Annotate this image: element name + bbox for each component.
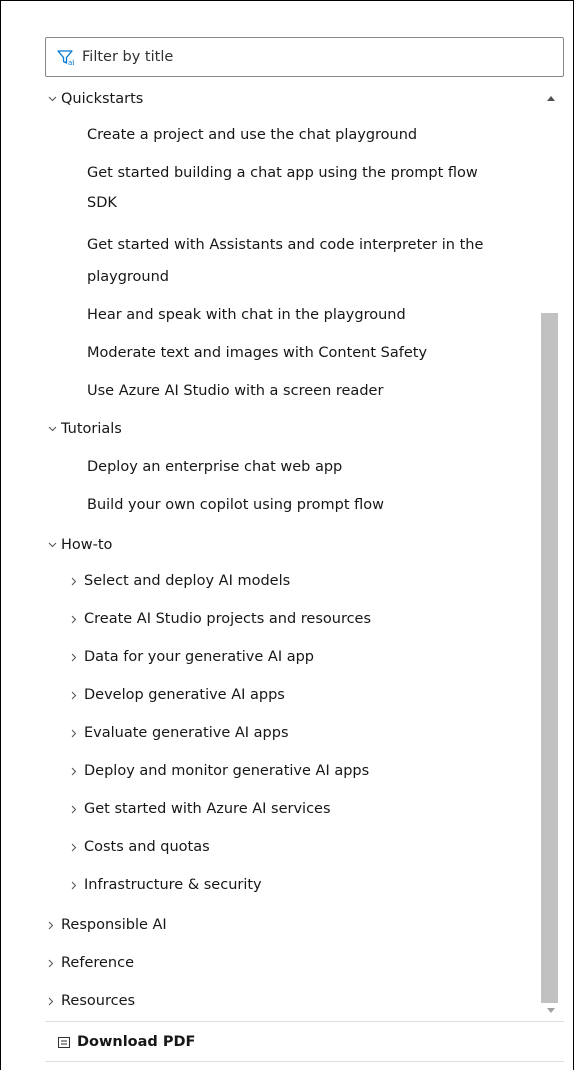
toc-link[interactable]: Get started with Assistants and code int… [87, 231, 541, 259]
toc-link-label: playground [87, 268, 170, 285]
chevron-right-icon [71, 691, 81, 700]
toc-link-continued[interactable]: SDK [87, 189, 541, 217]
chevron-right-icon [48, 921, 58, 930]
toc-node-label: Quickstarts [61, 90, 144, 107]
pdf-icon [57, 1035, 71, 1049]
chevron-right-icon [48, 997, 58, 1006]
toc-node-label: Develop generative AI apps [84, 686, 285, 703]
chevron-right-icon [71, 615, 81, 624]
toc-node-label: Costs and quotas [84, 838, 210, 855]
toc-scrollbar[interactable] [541, 89, 563, 1019]
toc-link-label: Use Azure AI Studio with a screen reader [87, 382, 384, 399]
filter-box[interactable]: ab [45, 37, 564, 77]
chevron-down-icon [48, 426, 58, 432]
toc-link[interactable]: Create a project and use the chat playgr… [87, 121, 541, 149]
scrollbar-thumb[interactable] [541, 313, 558, 1003]
toc-node-responsible-ai[interactable]: Responsible AI [48, 911, 541, 939]
filter-icon: ab [56, 48, 77, 67]
toc-node-label: Get started with Azure AI services [84, 800, 331, 817]
toc-node-costs-quotas[interactable]: Costs and quotas [71, 833, 541, 861]
toc-node-reference[interactable]: Reference [48, 949, 541, 977]
toc-link[interactable]: Deploy an enterprise chat web app [87, 453, 541, 481]
toc-node-create-projects[interactable]: Create AI Studio projects and resources [71, 605, 541, 633]
toc-panel: ab Quickstarts Create a project and use … [0, 0, 574, 1070]
toc-node-label: Reference [61, 954, 135, 971]
toc-node-label: Data for your generative AI app [84, 648, 314, 665]
toc-node-label: Responsible AI [61, 916, 167, 933]
chevron-right-icon [71, 577, 81, 586]
chevron-right-icon [71, 805, 81, 814]
toc-node-azure-ai-services[interactable]: Get started with Azure AI services [71, 795, 541, 823]
toc-node-data[interactable]: Data for your generative AI app [71, 643, 541, 671]
toc-node-label: Deploy and monitor generative AI apps [84, 762, 370, 779]
chevron-right-icon [71, 881, 81, 890]
toc-node-label: Infrastructure & security [84, 876, 262, 893]
toc-node-select-deploy-models[interactable]: Select and deploy AI models [71, 567, 541, 595]
toc-node-develop[interactable]: Develop generative AI apps [71, 681, 541, 709]
toc-node-quickstarts[interactable]: Quickstarts [48, 85, 541, 113]
chevron-down-icon [48, 542, 58, 548]
toc-link-label: Get started building a chat app using th… [87, 164, 478, 181]
filter-input[interactable] [82, 42, 563, 72]
toc-node-label: Resources [61, 992, 136, 1009]
chevron-right-icon [71, 767, 81, 776]
toc-node-infrastructure[interactable]: Infrastructure & security [71, 871, 541, 899]
toc-link-label: Build your own copilot using prompt flow [87, 496, 385, 513]
toc-node-label: How-to [61, 536, 113, 553]
toc-node-resources[interactable]: Resources [48, 987, 541, 1015]
scroll-down-arrow-icon[interactable] [547, 1008, 555, 1013]
toc-link-label: Create a project and use the chat playgr… [87, 126, 418, 143]
download-pdf-label: Download PDF [77, 1033, 196, 1050]
toc-node-label: Create AI Studio projects and resources [84, 610, 372, 627]
toc-link-label: SDK [87, 194, 117, 211]
toc-link[interactable]: Get started building a chat app using th… [87, 159, 541, 187]
toc-node-label: Evaluate generative AI apps [84, 724, 289, 741]
toc-link-label: Moderate text and images with Content Sa… [87, 344, 428, 361]
toc-link[interactable]: Build your own copilot using prompt flow [87, 491, 541, 519]
toc-link-continued[interactable]: playground [87, 263, 541, 291]
download-pdf-button[interactable]: Download PDF [45, 1021, 564, 1062]
toc-link[interactable]: Use Azure AI Studio with a screen reader [87, 377, 541, 405]
toc-node-tutorials[interactable]: Tutorials [48, 415, 541, 443]
svg-text:ab: ab [68, 59, 74, 66]
toc-node-evaluate[interactable]: Evaluate generative AI apps [71, 719, 541, 747]
toc-link-label: Hear and speak with chat in the playgrou… [87, 306, 406, 323]
toc-tree: Quickstarts Create a project and use the… [45, 79, 541, 1017]
toc-node-label: Select and deploy AI models [84, 572, 291, 589]
toc-node-label: Tutorials [61, 420, 122, 437]
toc-link-label: Get started with Assistants and code int… [87, 236, 484, 253]
toc-link[interactable]: Moderate text and images with Content Sa… [87, 339, 541, 367]
toc-node-how-to[interactable]: How-to [48, 531, 541, 559]
toc-link-label: Deploy an enterprise chat web app [87, 458, 343, 475]
scroll-up-arrow-icon[interactable] [547, 96, 555, 101]
chevron-right-icon [71, 729, 81, 738]
chevron-right-icon [48, 959, 58, 968]
chevron-down-icon [48, 96, 58, 102]
chevron-right-icon [71, 843, 81, 852]
toc-node-deploy-monitor[interactable]: Deploy and monitor generative AI apps [71, 757, 541, 785]
toc-link[interactable]: Hear and speak with chat in the playgrou… [87, 301, 541, 329]
chevron-right-icon [71, 653, 81, 662]
